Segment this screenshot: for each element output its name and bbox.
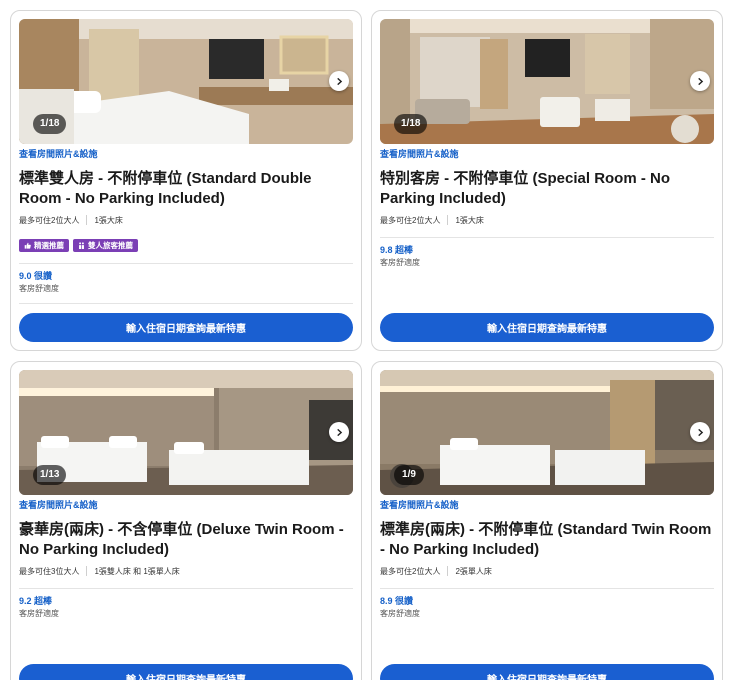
couple-recommended-badge: 雙人旅客推薦 xyxy=(73,239,138,252)
check-deals-button[interactable]: 輸入住宿日期查詢最新特惠 xyxy=(380,313,714,342)
rating-block: 9.2 超棒 客房舒適度 xyxy=(19,596,353,619)
check-deals-button[interactable]: 輸入住宿日期查詢最新特惠 xyxy=(380,664,714,680)
meta-divider xyxy=(86,215,88,225)
room-photo-image xyxy=(380,19,714,144)
room-meta: 最多可住2位大人 2張單人床 xyxy=(380,565,714,577)
view-room-photos-link[interactable]: 查看房間照片&設施 xyxy=(380,499,714,511)
chevron-right-icon xyxy=(336,428,342,436)
room-title: 特別客房 - 不附停車位 (Special Room - No Parking … xyxy=(380,170,671,207)
room-meta: 最多可住2位大人 1張大床 xyxy=(19,214,353,226)
room-photo-image xyxy=(380,370,714,495)
bed-info: 1張大床 xyxy=(94,215,123,225)
check-deals-button[interactable]: 輸入住宿日期查詢最新特惠 xyxy=(19,664,353,680)
rating-score: 8.9 很讚 xyxy=(380,596,414,606)
room-meta: 最多可住2位大人 1張大床 xyxy=(380,214,714,226)
meta-divider xyxy=(447,566,449,576)
room-photo[interactable]: 1/9 xyxy=(380,370,714,495)
photo-counter: 1/13 xyxy=(33,465,67,485)
rating-label: 客房舒適度 xyxy=(19,284,59,293)
bed-info: 2張單人床 xyxy=(455,566,492,576)
occupancy: 最多可住2位大人 xyxy=(380,566,441,576)
divider xyxy=(19,263,353,264)
rating-label: 客房舒適度 xyxy=(19,609,59,618)
room-card-special: 1/18 查看房間照片&設施 特別客房 - 不附停車位 (Special Roo… xyxy=(371,10,723,351)
occupancy: 最多可住2位大人 xyxy=(380,215,441,225)
chevron-right-icon xyxy=(697,77,703,85)
recommended-badge: 精選推薦 xyxy=(19,239,69,252)
rating-label: 客房舒適度 xyxy=(380,609,420,618)
occupancy: 最多可住3位大人 xyxy=(19,566,80,576)
photo-counter: 1/9 xyxy=(394,465,424,485)
badge-label: 雙人旅客推薦 xyxy=(88,241,133,250)
next-photo-button[interactable] xyxy=(690,422,710,442)
chevron-right-icon xyxy=(336,77,342,85)
view-room-photos-link[interactable]: 查看房間照片&設施 xyxy=(19,148,353,160)
couple-icon xyxy=(79,242,84,249)
room-meta: 最多可住3位大人 1張雙人床 和 1張單人床 xyxy=(19,565,353,577)
next-photo-button[interactable] xyxy=(329,71,349,91)
bed-info: 1張大床 xyxy=(455,215,484,225)
rating-score: 9.0 很讚 xyxy=(19,271,53,281)
room-card-deluxe-twin: 1/13 查看房間照片&設施 豪華房(兩床) - 不含停車位 (Deluxe T… xyxy=(10,361,362,680)
room-photo-image xyxy=(19,19,353,144)
chevron-right-icon xyxy=(697,428,703,436)
rating-block: 8.9 很讚 客房舒適度 xyxy=(380,596,714,619)
photo-counter: 1/18 xyxy=(394,114,428,134)
room-photo[interactable]: 1/18 xyxy=(380,19,714,144)
meta-divider xyxy=(447,215,449,225)
room-card-standard-double: 1/18 查看房間照片&設施 標準雙人房 - 不附停車位 (Standard D… xyxy=(10,10,362,351)
photo-counter: 1/18 xyxy=(33,114,67,134)
divider xyxy=(19,303,353,304)
room-title: 標準雙人房 - 不附停車位 (Standard Double Room - No… xyxy=(19,170,312,207)
divider xyxy=(380,237,714,238)
room-photo[interactable]: 1/18 xyxy=(19,19,353,144)
meta-divider xyxy=(86,566,88,576)
room-title: 豪華房(兩床) - 不含停車位 (Deluxe Twin Room - No P… xyxy=(19,521,344,558)
room-card-standard-twin: 1/9 查看房間照片&設施 標準房(兩床) - 不附停車位 (Standard … xyxy=(371,361,723,680)
rating-score: 9.2 超棒 xyxy=(19,596,53,606)
next-photo-button[interactable] xyxy=(690,71,710,91)
view-room-photos-link[interactable]: 查看房間照片&設施 xyxy=(19,499,353,511)
occupancy: 最多可住2位大人 xyxy=(19,215,80,225)
check-deals-button[interactable]: 輸入住宿日期查詢最新特惠 xyxy=(19,313,353,342)
rating-block: 9.8 超棒 客房舒適度 xyxy=(380,245,714,268)
badge-row: 精選推薦 雙人旅客推薦 xyxy=(19,239,353,252)
divider xyxy=(19,588,353,589)
rating-block: 9.0 很讚 客房舒適度 xyxy=(19,271,353,294)
next-photo-button[interactable] xyxy=(329,422,349,442)
rating-score: 9.8 超棒 xyxy=(380,245,414,255)
divider xyxy=(380,588,714,589)
rating-label: 客房舒適度 xyxy=(380,258,420,267)
thumbs-up-icon xyxy=(24,242,31,249)
room-title: 標準房(兩床) - 不附停車位 (Standard Twin Room - No… xyxy=(380,521,712,558)
room-photo-image xyxy=(19,370,353,495)
room-photo[interactable]: 1/13 xyxy=(19,370,353,495)
view-room-photos-link[interactable]: 查看房間照片&設施 xyxy=(380,148,714,160)
badge-label: 精選推薦 xyxy=(34,241,64,250)
bed-info: 1張雙人床 和 1張單人床 xyxy=(94,566,180,576)
